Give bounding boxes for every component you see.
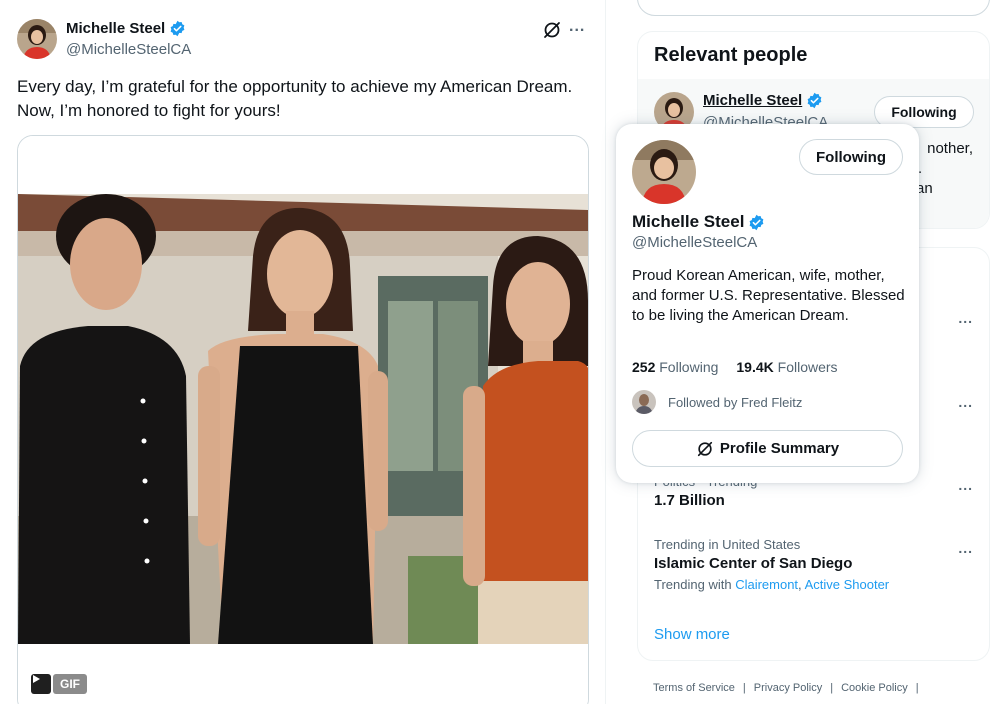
hover-card-following-button[interactable]: Following (799, 139, 903, 175)
footer-link-privacy[interactable]: Privacy Policy (754, 682, 822, 694)
following-count-link[interactable]: 252 Following (632, 359, 718, 375)
relevant-person-name-text: Michelle Steel (703, 92, 803, 109)
post: Michelle Steel @MichelleSteelCA ... Ever… (0, 0, 606, 704)
footer-separator: | (830, 682, 834, 694)
trend-meta: Trending in United States (654, 537, 801, 552)
verified-badge-icon (807, 92, 822, 109)
footer-link-cookie[interactable]: Cookie Policy (841, 682, 908, 694)
author-name[interactable]: Michelle Steel (66, 20, 186, 37)
trend-related-separator: , (798, 577, 802, 592)
footer-separator: | (742, 682, 746, 694)
followed-by-avatar (632, 390, 656, 414)
footer-separator: | (915, 682, 919, 694)
trend-more-icon[interactable]: ... (958, 394, 973, 410)
trend-topic: Islamic Center of San Diego (654, 555, 853, 572)
show-more-link[interactable]: Show more (654, 626, 730, 643)
trend-related-link[interactable]: Clairemont (735, 577, 798, 592)
relevant-people-title: Relevant people (654, 44, 808, 66)
hover-card-name-text: Michelle Steel (632, 212, 745, 231)
grok-icon (697, 441, 713, 456)
more-icon[interactable]: ... (569, 18, 585, 36)
trend-more-icon[interactable]: ... (958, 477, 973, 493)
verified-badge-icon (170, 20, 185, 37)
post-media-gif[interactable]: GIF (17, 135, 589, 704)
gif-frame-image (18, 136, 588, 704)
author-name-text: Michelle Steel (66, 20, 166, 37)
followers-count: 19.4K (736, 359, 774, 375)
hover-card-bio: Proud Korean American, wife, mother, and… (632, 267, 905, 324)
hover-card-name[interactable]: Michelle Steel (632, 212, 765, 232)
relevant-person-name[interactable]: Michelle Steel (703, 92, 823, 109)
play-icon (33, 675, 40, 683)
profile-summary-button[interactable]: Profile Summary (632, 430, 903, 467)
footer-link-terms[interactable]: Terms of Service (653, 682, 735, 694)
hover-card-handle[interactable]: @MichelleSteelCA (632, 234, 757, 251)
trend-more-icon[interactable]: ... (958, 540, 973, 556)
grok-icon[interactable] (542, 20, 562, 40)
trend-more-icon[interactable]: ... (958, 310, 973, 326)
following-label: Following (659, 359, 719, 375)
followers-label: Followers (777, 359, 838, 375)
hover-card-stats: 252 Following 19.4K Followers (632, 359, 838, 375)
author-handle[interactable]: @MichelleSteelCA (66, 41, 191, 58)
trend-related: Trending with Clairemont, Active Shooter (654, 577, 974, 592)
gif-play-button[interactable] (31, 674, 51, 694)
search-bar-stub[interactable] (637, 0, 990, 16)
followers-count-link[interactable]: 19.4K Followers (736, 359, 837, 375)
trend-related-link[interactable]: Active Shooter (805, 577, 890, 592)
profile-summary-label: Profile Summary (719, 440, 840, 457)
profile-hover-card: Following Michelle Steel @MichelleSteelC… (616, 124, 919, 483)
following-count: 252 (632, 359, 656, 375)
trend-related-prefix: Trending with (654, 577, 732, 592)
gif-badge: GIF (53, 674, 87, 694)
post-text: Every day, I’m grateful for the opportun… (17, 77, 573, 120)
hover-card-avatar[interactable] (632, 140, 696, 204)
followed-by-text: Followed by Fred Fleitz (668, 394, 803, 410)
author-avatar[interactable] (17, 19, 57, 59)
trend-item[interactable]: Trending in United States Islamic Center… (654, 537, 974, 592)
followed-by[interactable]: Followed by Fred Fleitz (632, 390, 802, 414)
verified-badge-icon (750, 214, 764, 230)
footer-links: Terms of Service | Privacy Policy | Cook… (653, 682, 919, 694)
trend-topic: 1.7 Billion (654, 492, 725, 509)
